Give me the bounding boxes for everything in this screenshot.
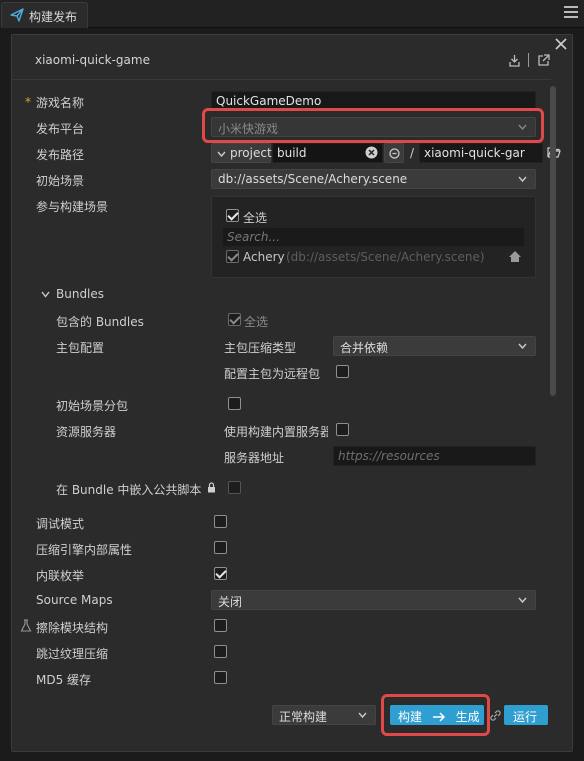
main-remote-label: 配置主包为远程包 bbox=[224, 367, 321, 381]
path-separator: / bbox=[410, 146, 415, 160]
link-icon[interactable] bbox=[489, 709, 502, 722]
inline-enum-label: 内联枚举 bbox=[36, 569, 85, 583]
required-marker: * bbox=[25, 95, 31, 109]
select-all-checkbox[interactable] bbox=[226, 209, 239, 222]
home-icon bbox=[509, 251, 521, 262]
export-icon[interactable] bbox=[537, 54, 550, 67]
scene-item-name: Achery bbox=[243, 250, 285, 264]
path-root-select[interactable]: project bbox=[211, 143, 272, 163]
header-divider bbox=[528, 53, 529, 67]
scene-item-path: (db://assets/Scene/Achery.scene) bbox=[286, 250, 485, 264]
path-name-input[interactable]: xiaomi-quick-gar bbox=[419, 143, 543, 163]
chevron-down-icon bbox=[518, 176, 527, 182]
source-maps-label: Source Maps bbox=[36, 593, 113, 607]
compress-type-value: 合并依赖 bbox=[340, 341, 389, 355]
source-maps-select[interactable]: 关闭 bbox=[211, 590, 536, 610]
server-address-placeholder: https://resources bbox=[338, 449, 440, 463]
bundles-select-all-checkbox[interactable] bbox=[228, 313, 241, 326]
use-builtin-server-checkbox[interactable] bbox=[336, 423, 349, 436]
chevron-down-icon bbox=[358, 712, 367, 718]
server-address-label: 服务器地址 bbox=[224, 451, 285, 465]
scrollbar[interactable] bbox=[550, 86, 556, 396]
md5-checkbox[interactable] bbox=[214, 671, 227, 684]
resource-server-label: 资源服务器 bbox=[56, 425, 117, 439]
md5-label: MD5 缓存 bbox=[36, 673, 92, 687]
embed-script-checkbox[interactable] bbox=[228, 481, 241, 494]
embed-script-label: 在 Bundle 中嵌入公共脚本 bbox=[56, 483, 202, 497]
search-icon bbox=[389, 148, 400, 159]
path-folder-value: build bbox=[277, 146, 307, 160]
search-placeholder: Search... bbox=[227, 230, 280, 244]
bundles-select-all-label: 全选 bbox=[244, 315, 269, 329]
path-label: 发布路径 bbox=[36, 148, 85, 162]
chevron-down-icon bbox=[518, 343, 527, 349]
start-scene-subpkg-label: 初始场景分包 bbox=[56, 399, 129, 413]
skip-texture-label: 跳过纹理压缩 bbox=[36, 647, 109, 661]
tab-bar: 构建发布 bbox=[0, 0, 584, 28]
platform-label: 发布平台 bbox=[36, 122, 85, 136]
compress-props-checkbox[interactable] bbox=[214, 541, 227, 554]
tab-build-publish[interactable]: 构建发布 bbox=[1, 2, 88, 28]
start-scene-label: 初始场景 bbox=[36, 174, 85, 188]
select-all-label: 全选 bbox=[243, 211, 268, 225]
included-bundles-label: 包含的 Bundles bbox=[56, 315, 144, 329]
chevron-down-icon[interactable] bbox=[41, 291, 50, 298]
skip-texture-checkbox[interactable] bbox=[214, 645, 227, 658]
send-icon bbox=[10, 8, 24, 22]
inline-enum-checkbox[interactable] bbox=[214, 567, 227, 580]
tab-label: 构建发布 bbox=[29, 10, 78, 24]
panel-header: xiaomi-quick-game bbox=[11, 36, 551, 80]
flask-icon bbox=[20, 619, 32, 632]
scene-item-checkbox[interactable] bbox=[226, 250, 239, 263]
compress-props-label: 压缩引擎内部属性 bbox=[36, 543, 133, 557]
main-config-label: 主包配置 bbox=[56, 341, 105, 355]
erase-modules-checkbox[interactable] bbox=[214, 619, 227, 632]
run-button[interactable]: 运行 bbox=[504, 705, 548, 725]
platform-title: xiaomi-quick-game bbox=[35, 53, 150, 67]
debug-checkbox[interactable] bbox=[214, 515, 227, 528]
scenes-label: 参与构建场景 bbox=[36, 200, 109, 214]
game-name-label: 游戏名称 bbox=[36, 96, 85, 110]
chevron-down-icon bbox=[518, 597, 527, 603]
search-path-button[interactable] bbox=[384, 143, 404, 163]
menu-icon[interactable] bbox=[564, 6, 578, 20]
build-mode-select[interactable]: 正常构建 bbox=[272, 705, 376, 725]
build-highlight bbox=[381, 694, 490, 736]
main-remote-checkbox[interactable] bbox=[336, 365, 349, 378]
debug-label: 调试模式 bbox=[36, 517, 85, 531]
import-icon[interactable] bbox=[508, 54, 521, 67]
use-builtin-server-label: 使用构建内置服务器 bbox=[224, 425, 328, 439]
bundles-section-title[interactable]: Bundles bbox=[56, 287, 104, 301]
chevron-down-icon bbox=[217, 151, 226, 157]
clear-icon[interactable] bbox=[365, 146, 378, 159]
lock-icon bbox=[208, 482, 215, 493]
server-address-input[interactable]: https://resources bbox=[333, 446, 536, 466]
source-maps-value: 关闭 bbox=[218, 595, 243, 609]
platform-highlight bbox=[202, 108, 544, 143]
start-scene-subpkg-checkbox[interactable] bbox=[228, 397, 241, 410]
close-icon[interactable] bbox=[553, 36, 569, 52]
path-root-value: project bbox=[230, 146, 272, 160]
compress-type-label: 主包压缩类型 bbox=[224, 341, 297, 355]
erase-modules-label: 擦除模块结构 bbox=[36, 621, 109, 635]
build-mode-value: 正常构建 bbox=[279, 710, 328, 724]
scene-search-input[interactable]: Search... bbox=[222, 227, 525, 247]
start-scene-select[interactable]: db://assets/Scene/Achery.scene bbox=[211, 169, 536, 189]
compress-type-select[interactable]: 合并依赖 bbox=[333, 336, 536, 356]
start-scene-value: db://assets/Scene/Achery.scene bbox=[218, 172, 408, 186]
